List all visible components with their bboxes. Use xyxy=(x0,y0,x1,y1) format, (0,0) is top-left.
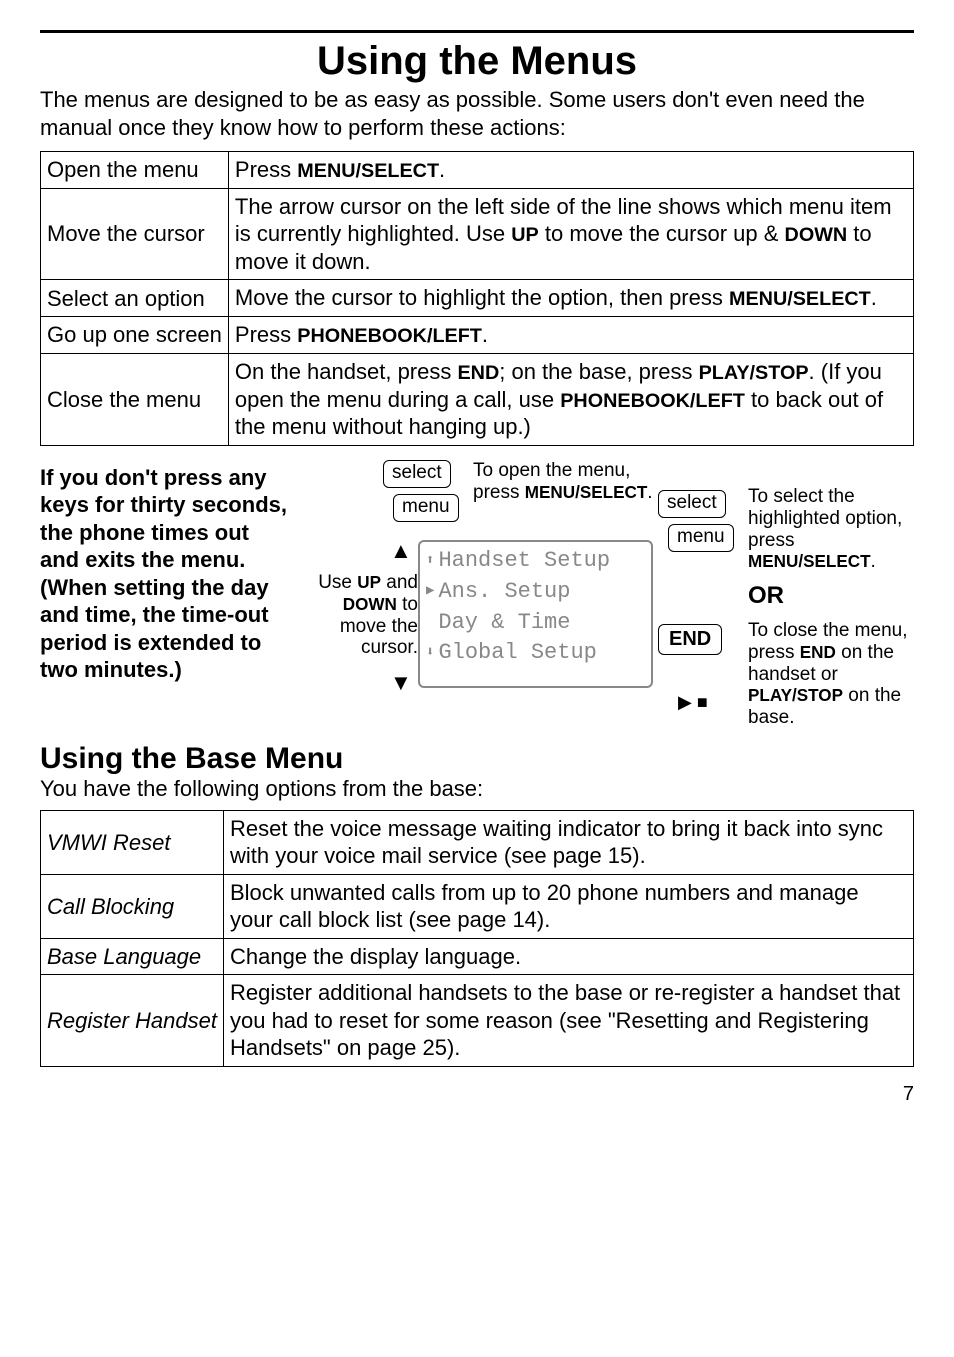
action-name: Move the cursor xyxy=(41,188,229,280)
table-row: VMWI Reset Reset the voice message waiti… xyxy=(41,810,914,874)
or-label: OR xyxy=(748,582,784,610)
end-balloon: END xyxy=(658,624,722,655)
action-name: Select an option xyxy=(41,280,229,317)
page-number: 7 xyxy=(40,1083,914,1106)
page-title: Using the Menus xyxy=(40,39,914,84)
lcd-screen: ⬆Handset Setup ▶Ans. Setup Day & Time ⬇G… xyxy=(418,540,653,688)
select-option-note: To select the highlighted option, press … xyxy=(748,486,913,573)
option-desc: Change the display language. xyxy=(223,938,913,975)
top-rule xyxy=(40,30,914,33)
close-menu-note: To close the menu, press END on the hand… xyxy=(748,620,918,729)
option-name: Base Language xyxy=(41,938,224,975)
lcd-item: Handset Setup xyxy=(438,546,610,577)
option-name: Register Handset xyxy=(41,975,224,1067)
option-desc: Register additional handsets to the base… xyxy=(223,975,913,1067)
table-row: Move the cursor The arrow cursor on the … xyxy=(41,188,914,280)
select-balloon: select xyxy=(383,460,451,488)
lcd-item: Ans. Setup xyxy=(438,577,570,608)
option-desc: Reset the voice message waiting indicato… xyxy=(223,810,913,874)
option-desc: Block unwanted calls from up to 20 phone… xyxy=(223,874,913,938)
menu-balloon: menu xyxy=(668,524,734,552)
table-row: Go up one screen Press PHONEBOOK/LEFT. xyxy=(41,317,914,354)
open-menu-note: To open the menu, press MENU/SELECT. xyxy=(473,460,673,504)
actions-table: Open the menu Press MENU/SELECT. Move th… xyxy=(40,151,914,446)
base-menu-heading: Using the Base Menu xyxy=(40,742,914,776)
timeout-note: If you don't press any keys for thirty s… xyxy=(40,460,290,684)
intro-paragraph: The menus are designed to be as easy as … xyxy=(40,86,914,141)
action-desc: On the handset, press END; on the base, … xyxy=(228,353,913,445)
action-desc: Press MENU/SELECT. xyxy=(228,152,913,189)
action-desc: Press PHONEBOOK/LEFT. xyxy=(228,317,913,354)
action-name: Open the menu xyxy=(41,152,229,189)
table-row: Open the menu Press MENU/SELECT. xyxy=(41,152,914,189)
action-name: Go up one screen xyxy=(41,317,229,354)
diagram-illustration: select menu To open the menu, press MENU… xyxy=(298,460,914,730)
lcd-item: Day & Time xyxy=(438,608,570,639)
table-row: Select an option Move the cursor to high… xyxy=(41,280,914,317)
table-row: Call Blocking Block unwanted calls from … xyxy=(41,874,914,938)
action-desc: Move the cursor to highlight the option,… xyxy=(228,280,913,317)
menu-balloon: menu xyxy=(393,494,459,522)
action-desc: The arrow cursor on the left side of the… xyxy=(228,188,913,280)
base-menu-table: VMWI Reset Reset the voice message waiti… xyxy=(40,810,914,1067)
play-stop-icon: ▶ ■ xyxy=(678,692,708,713)
lcd-item: Global Setup xyxy=(438,638,596,669)
scroll-down-icon: ⬇ xyxy=(426,644,434,664)
cursor-icon: ▶ xyxy=(426,582,434,602)
down-arrow-icon: ▼ xyxy=(390,670,412,696)
action-name: Close the menu xyxy=(41,353,229,445)
option-name: Call Blocking xyxy=(41,874,224,938)
scroll-up-icon: ⬆ xyxy=(426,552,434,572)
select-balloon: select xyxy=(658,490,726,518)
updown-note: Use UP and DOWN to move the cursor. xyxy=(298,572,418,659)
option-name: VMWI Reset xyxy=(41,810,224,874)
table-row: Close the menu On the handset, press END… xyxy=(41,353,914,445)
up-arrow-icon: ▲ xyxy=(390,538,412,564)
table-row: Base Language Change the display languag… xyxy=(41,938,914,975)
table-row: Register Handset Register additional han… xyxy=(41,975,914,1067)
base-menu-intro: You have the following options from the … xyxy=(40,776,914,802)
diagram-section: If you don't press any keys for thirty s… xyxy=(40,460,914,730)
